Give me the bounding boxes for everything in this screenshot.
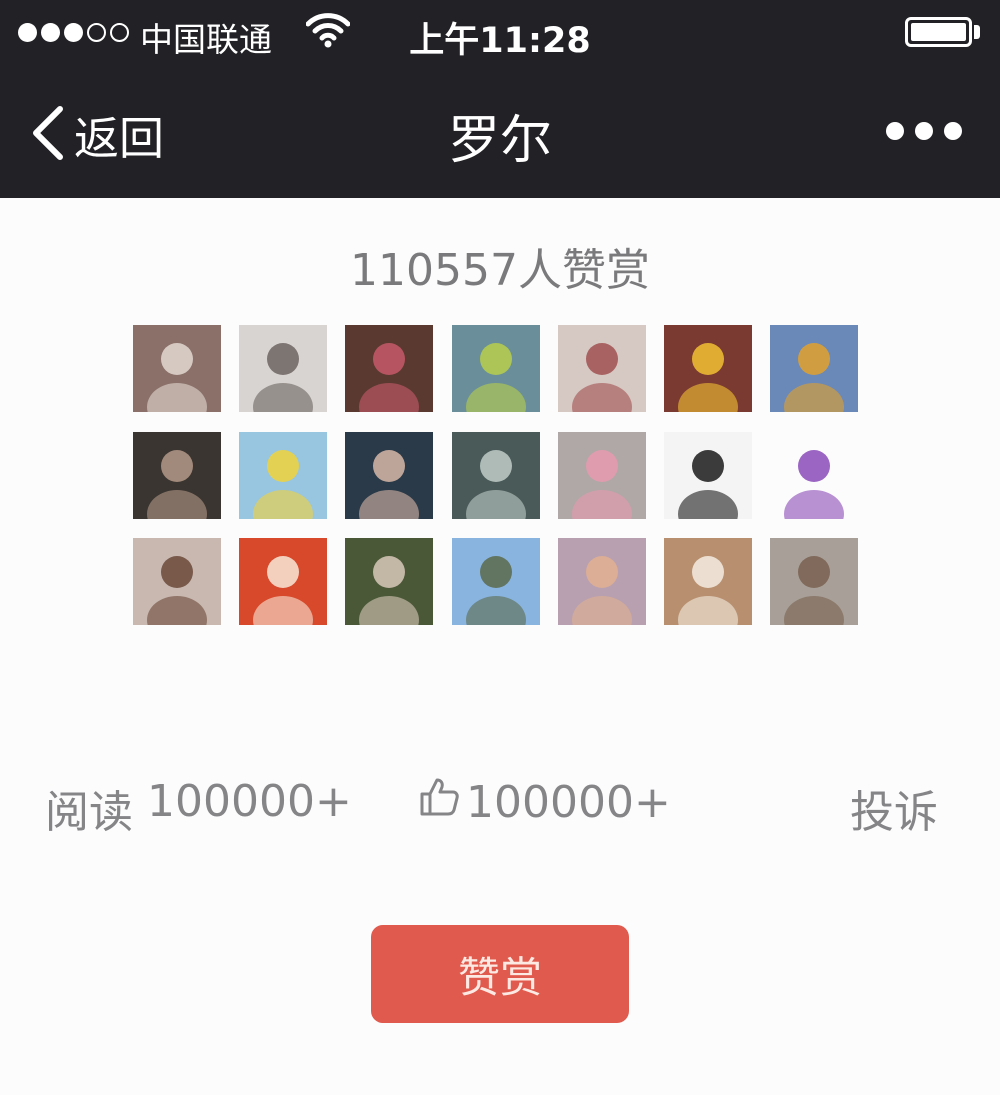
more-dots-icon[interactable]	[886, 122, 962, 140]
avatar-yellow-flowers[interactable]	[770, 325, 859, 412]
read-count: 阅读 100000+	[45, 776, 352, 840]
avatar-yellow-duck[interactable]	[664, 325, 752, 412]
like-count: 100000+	[466, 777, 671, 828]
reward-count: 110557人赞赏	[350, 245, 650, 296]
avatar-framed-leaf[interactable]	[664, 538, 752, 625]
avatar-glass-vase[interactable]	[451, 431, 540, 519]
read-label: 阅读	[45, 787, 133, 838]
status-bar: 中国联通 上午11:28	[0, 0, 1000, 66]
status-time: 上午11:28	[409, 21, 591, 61]
thumbs-up-icon	[418, 776, 460, 829]
avatar-text-image[interactable]	[557, 325, 646, 412]
avatar-pencil-portrait[interactable]	[239, 325, 328, 412]
avatar-cartoon-boy[interactable]	[770, 431, 859, 519]
like-button[interactable]: 100000+	[418, 776, 671, 829]
battery-icon	[905, 17, 972, 47]
avatar-pink-shoes[interactable]	[557, 431, 646, 519]
avatar-orange-qr-card[interactable]	[239, 538, 328, 625]
avatar-sunflower-sky[interactable]	[239, 431, 328, 519]
battery-tip	[974, 25, 980, 39]
top-bar: 中国联通 上午11:28 返回 罗尔	[0, 0, 1000, 198]
read-value: 100000+	[147, 776, 352, 827]
avatar-grid	[133, 325, 859, 625]
avatar-panda[interactable]	[664, 431, 752, 519]
avatar-woman-with-puppy[interactable]	[133, 325, 221, 412]
avatar-two-girls[interactable]	[345, 431, 434, 519]
page-title: 罗尔	[447, 111, 552, 171]
avatar-old-man[interactable]	[770, 538, 859, 625]
avatar-blue-sky[interactable]	[451, 538, 540, 625]
avatar-family-photo[interactable]	[133, 431, 221, 519]
avatar-man-pink-shirt[interactable]	[557, 538, 646, 625]
avatar-woman-red-scarf[interactable]	[345, 325, 434, 412]
avatar-woman-outdoors[interactable]	[451, 325, 540, 412]
avatar-smiling-girl[interactable]	[133, 538, 221, 625]
avatar-child-hat[interactable]	[345, 538, 434, 625]
report-link[interactable]: 投诉	[850, 776, 938, 840]
navigation-bar: 返回 罗尔	[0, 66, 1000, 198]
reward-button[interactable]: 赞赏	[371, 925, 629, 1023]
stats-row: 阅读 100000+ 100000+ 投诉	[0, 776, 1000, 838]
